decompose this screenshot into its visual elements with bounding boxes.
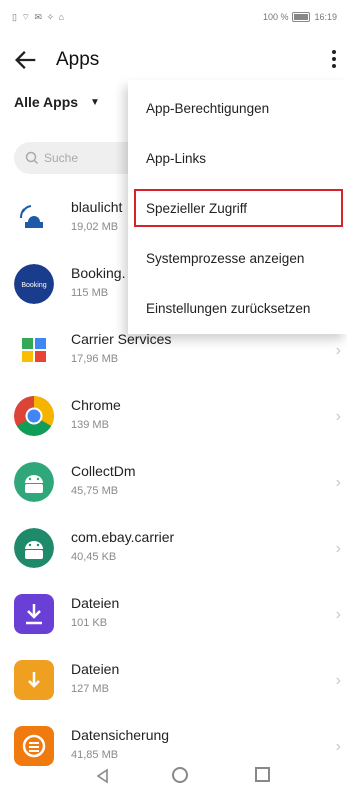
booking-app-icon: Booking (14, 264, 54, 304)
carrier-services-icon (22, 338, 46, 362)
booking-icon-text: Booking (21, 282, 46, 289)
status-right: 100 % 16:19 (263, 12, 337, 22)
app-size: 139 MB (71, 419, 109, 431)
app-size: 115 MB (71, 287, 109, 299)
app-size: 40,45 KB (71, 551, 117, 563)
chevron-right-icon: › (335, 738, 341, 755)
highlight-box (134, 189, 343, 227)
search-placeholder: Suche (44, 151, 79, 165)
app-name: blaulicht (71, 199, 123, 215)
app-name: com.ebay.carrier (71, 529, 175, 545)
chevron-right-icon: › (335, 342, 341, 359)
battery-text: 100 % (262, 12, 289, 22)
chevron-right-icon: › (335, 606, 341, 623)
app-name: Datensicherung (71, 727, 170, 743)
app-name: Chrome (71, 397, 121, 413)
app-name: Dateien (71, 661, 120, 677)
menu-item-reset-settings[interactable]: Einstellungen zurücksetzen (146, 301, 310, 316)
app-filter-dropdown[interactable]: Alle Apps ▼ (14, 94, 100, 110)
chevron-right-icon: › (335, 672, 341, 689)
blaulicht-app-icon (14, 198, 54, 238)
system-nav-bar (0, 758, 347, 794)
app-size: 19,02 MB (71, 221, 119, 233)
menu-item-show-system-processes[interactable]: Systemprozesse anzeigen (146, 251, 304, 266)
android-icon (14, 528, 54, 568)
arrow-left-icon[interactable] (12, 46, 40, 74)
filter-label: Alle Apps (14, 94, 79, 110)
list-item[interactable]: CollectDm 45,75 MB › (0, 450, 347, 516)
clock: 16:19 (314, 12, 337, 22)
app-size: 127 MB (71, 683, 109, 695)
app-name: Booking. (71, 265, 126, 281)
list-item[interactable]: Dateien 127 MB › (0, 648, 347, 714)
caret-down-icon: ▼ (90, 96, 100, 108)
page-title: Apps (56, 49, 100, 70)
nav-home-icon[interactable] (172, 767, 188, 783)
menu-item-app-permissions[interactable]: App-Berechtigungen (146, 101, 269, 116)
android-icon (14, 462, 54, 502)
chevron-right-icon: › (335, 540, 341, 557)
chevron-right-icon: › (335, 408, 341, 425)
files-icon (14, 660, 54, 700)
list-item[interactable]: Chrome 139 MB › (0, 384, 347, 450)
menu-item-app-links[interactable]: App-Links (146, 151, 206, 166)
chrome-icon (14, 396, 54, 436)
app-size: 17,96 MB (71, 353, 119, 365)
nav-recent-icon[interactable] (255, 767, 270, 782)
download-folder-icon (14, 594, 54, 634)
status-bar: ▯ ⌔ ✉ ✧ ⌂ 100 % 16:19 (0, 0, 347, 34)
app-bar: Apps (0, 34, 347, 86)
app-name: Dateien (71, 595, 120, 611)
chevron-right-icon: › (335, 474, 341, 491)
battery-icon (292, 12, 311, 22)
status-icons: ▯ ⌔ ✉ ✧ ⌂ (12, 12, 65, 22)
nav-back-icon[interactable] (95, 768, 111, 784)
search-icon (25, 151, 39, 165)
app-name: CollectDm (71, 463, 136, 479)
overflow-menu: App-Berechtigungen App-Links Spezieller … (128, 80, 347, 334)
more-vert-icon[interactable] (329, 48, 339, 72)
list-item[interactable]: Dateien 101 KB › (0, 582, 347, 648)
app-size: 101 KB (71, 617, 108, 629)
list-item[interactable]: com.ebay.carrier 40,45 KB › (0, 516, 347, 582)
app-size: 45,75 MB (71, 485, 119, 497)
